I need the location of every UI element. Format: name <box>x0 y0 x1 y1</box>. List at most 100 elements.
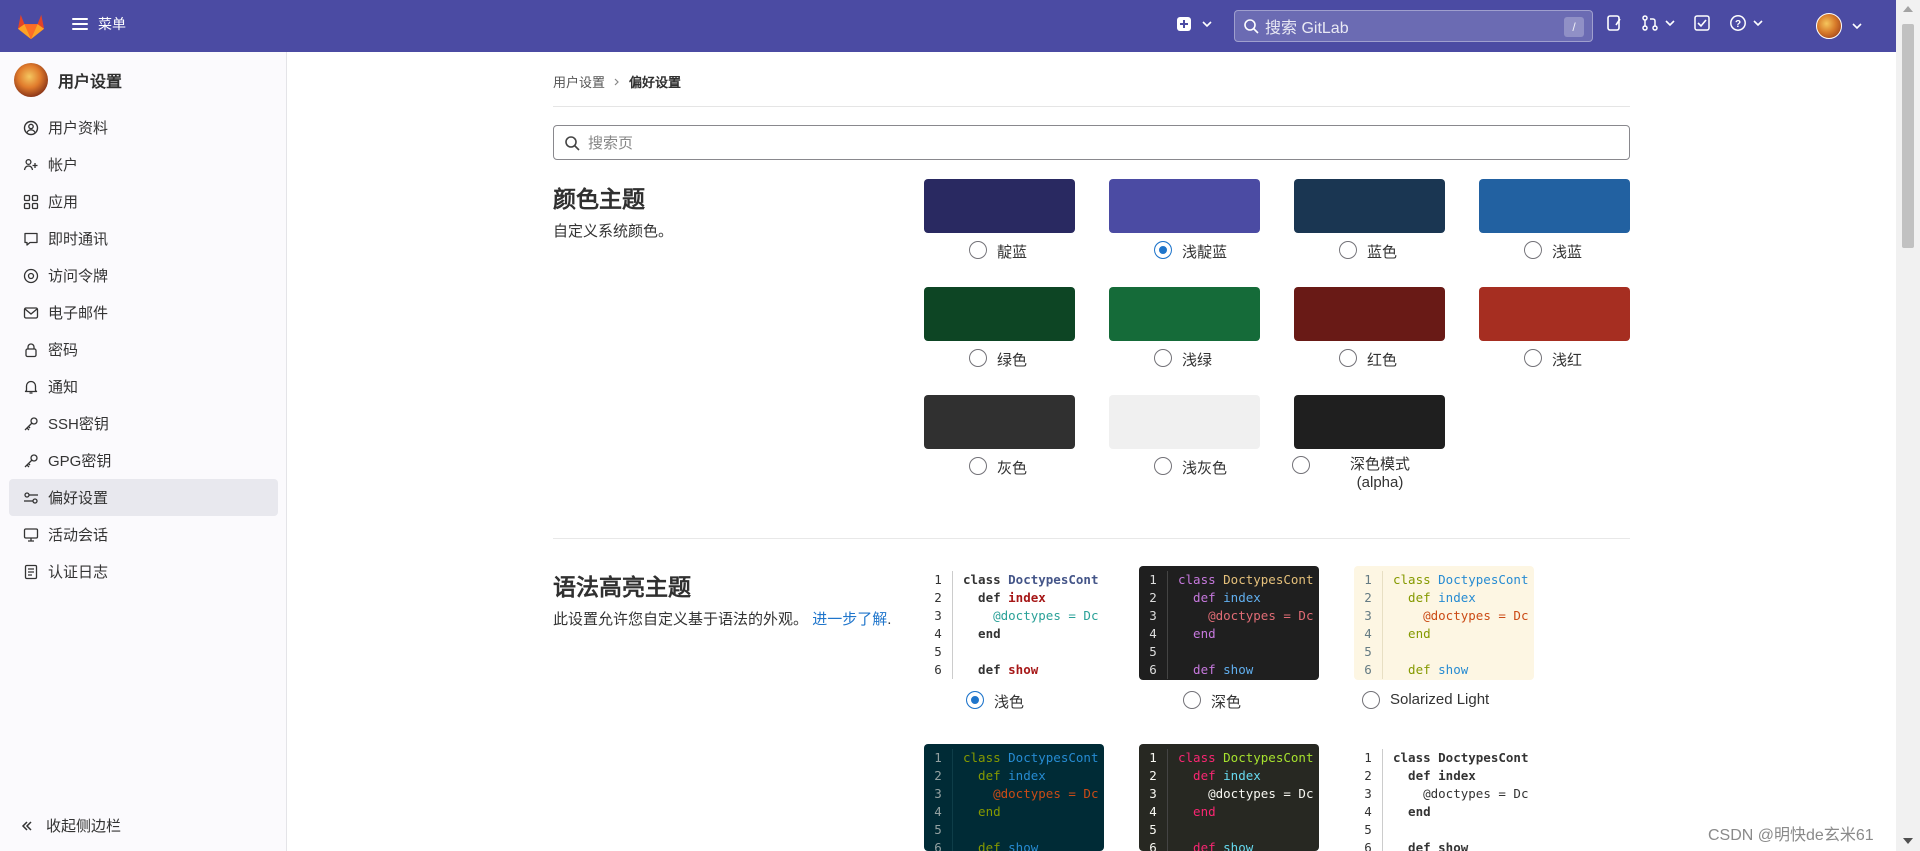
code-keyword: class <box>963 750 1009 765</box>
theme-radio-option[interactable]: 浅蓝 <box>1524 241 1582 262</box>
global-search-input[interactable]: 搜索 GitLab / <box>1234 10 1593 42</box>
user-menu-button[interactable] <box>1816 13 1862 39</box>
help-icon: ? <box>1730 15 1746 31</box>
theme-radio-option[interactable]: 浅红 <box>1524 349 1582 370</box>
sidebar-item[interactable]: 用户资料 <box>9 109 278 146</box>
breadcrumb-parent-link[interactable]: 用户设置 <box>553 72 605 91</box>
code-name: show <box>1223 840 1254 851</box>
theme-swatch[interactable] <box>924 179 1075 233</box>
theme-swatch[interactable] <box>1294 287 1445 341</box>
theme-swatch[interactable] <box>1109 395 1260 449</box>
theme-swatch[interactable] <box>1479 179 1630 233</box>
breadcrumb-current[interactable]: 偏好设置 <box>629 72 681 91</box>
sidebar-item[interactable]: 帐户 <box>9 146 278 183</box>
radio-button[interactable] <box>1339 349 1357 367</box>
sidebar-item-label: SSH密钥 <box>48 416 109 433</box>
theme-swatch[interactable] <box>924 395 1075 449</box>
plus-square-icon <box>1177 17 1191 31</box>
line-number: 4 <box>1364 804 1372 819</box>
syntax-radio-option[interactable]: 深色 <box>1183 691 1241 712</box>
syntax-preview[interactable]: 1 class DoctypesCont 2 def index 3 @doctype… <box>1139 566 1319 680</box>
gutter-separator <box>1167 607 1168 625</box>
learn-more-link[interactable]: 进一步了解 <box>812 611 887 628</box>
theme-swatch[interactable] <box>1109 287 1260 341</box>
theme-swatch[interactable] <box>1109 179 1260 233</box>
theme-radio-option[interactable]: 深色模式 (alpha) <box>1292 456 1410 492</box>
radio-button[interactable] <box>966 691 984 709</box>
monitor-icon <box>23 527 39 542</box>
radio-button[interactable] <box>1183 691 1201 709</box>
todo-icon[interactable] <box>1693 14 1711 32</box>
sidebar-item[interactable]: 即时通讯 <box>9 220 278 257</box>
gutter-separator <box>1167 803 1168 821</box>
new-dropdown-button[interactable] <box>1176 16 1212 32</box>
theme-swatch[interactable] <box>1294 395 1445 449</box>
radio-button[interactable] <box>1292 456 1310 474</box>
gutter-separator <box>952 803 953 821</box>
scroll-up-arrow[interactable] <box>1903 6 1913 12</box>
sidebar-item[interactable]: 电子邮件 <box>9 294 278 331</box>
code-name: index <box>1008 768 1046 783</box>
syntax-preview[interactable]: 1 class DoctypesCont 2 def index 3 @doctype… <box>924 566 1104 680</box>
gutter-separator <box>1382 607 1383 625</box>
theme-radio-option[interactable]: 灰色 <box>969 457 1027 478</box>
theme-radio-option[interactable]: 靛蓝 <box>969 241 1027 262</box>
sidebar-item[interactable]: 认证日志 <box>9 553 278 590</box>
theme-radio-option[interactable]: 浅靛蓝 <box>1154 241 1227 262</box>
theme-radio-option[interactable]: 红色 <box>1339 349 1397 370</box>
radio-button[interactable] <box>969 349 987 367</box>
radio-button[interactable] <box>1339 241 1357 259</box>
sidebar-header[interactable]: 用户设置 <box>14 63 122 97</box>
sidebar-item[interactable]: 访问令牌 <box>9 257 278 294</box>
line-number: 3 <box>934 786 942 801</box>
radio-button[interactable] <box>1154 349 1172 367</box>
syntax-preview[interactable]: 1 class DoctypesCont 2 def index 3 @doctype… <box>1354 566 1534 680</box>
gutter-separator <box>1382 589 1383 607</box>
main-menu-button[interactable]: 菜单 <box>72 14 126 34</box>
radio-button[interactable] <box>1524 349 1542 367</box>
theme-swatch[interactable] <box>1479 287 1630 341</box>
theme-radio-option[interactable]: 浅绿 <box>1154 349 1212 370</box>
syntax-preview[interactable]: 1 class DoctypesCont 2 def index 3 @doctype… <box>1139 744 1319 851</box>
sidebar-item[interactable]: 通知 <box>9 368 278 405</box>
theme-radio-option[interactable]: 蓝色 <box>1339 241 1397 262</box>
collapse-sidebar-button[interactable]: 收起侧边栏 <box>20 815 121 836</box>
gitlab-logo-icon[interactable] <box>16 12 46 40</box>
syntax-radio-option[interactable]: Solarized Light <box>1362 691 1489 709</box>
syntax-radio-option[interactable]: 浅色 <box>966 691 1024 712</box>
sidebar-item[interactable]: 活动会话 <box>9 516 278 553</box>
theme-radio-option[interactable]: 绿色 <box>969 349 1027 370</box>
sidebar-item[interactable]: SSH密钥 <box>9 405 278 442</box>
theme-radio-option[interactable]: 浅灰色 <box>1154 457 1227 478</box>
sidebar-item[interactable]: 偏好设置 <box>9 479 278 516</box>
line-number: 6 <box>1149 840 1157 851</box>
scroll-down-arrow[interactable] <box>1903 838 1913 844</box>
radio-button[interactable] <box>1524 241 1542 259</box>
radio-button[interactable] <box>969 457 987 475</box>
gutter-separator <box>1167 589 1168 607</box>
issues-icon[interactable] <box>1605 14 1623 32</box>
sidebar-item[interactable]: GPG密钥 <box>9 442 278 479</box>
radio-button[interactable] <box>1154 457 1172 475</box>
line-number: 3 <box>1149 786 1157 801</box>
gutter-separator <box>952 643 953 661</box>
theme-swatch[interactable] <box>1294 179 1445 233</box>
gutter-separator <box>1167 625 1168 643</box>
code-keyword: class <box>1178 750 1224 765</box>
sidebar-item[interactable]: 应用 <box>9 183 278 220</box>
radio-button[interactable] <box>1362 691 1380 709</box>
menu-label: 菜单 <box>98 16 126 32</box>
theme-label: 靛蓝 <box>997 244 1028 261</box>
merge-requests-button[interactable] <box>1641 14 1675 32</box>
page-scrollbar[interactable] <box>1896 0 1920 851</box>
radio-button[interactable] <box>969 241 987 259</box>
gutter-separator <box>952 571 953 589</box>
help-button[interactable]: ? <box>1729 14 1763 32</box>
syntax-preview[interactable]: 1 class DoctypesCont 2 def index 3 @doctype… <box>1354 744 1534 851</box>
scrollbar-thumb[interactable] <box>1902 24 1914 248</box>
radio-button[interactable] <box>1154 241 1172 259</box>
syntax-preview[interactable]: 1 class DoctypesCont 2 def index 3 @doctype… <box>924 744 1104 851</box>
page-search-input[interactable]: 搜索页 <box>553 125 1630 160</box>
sidebar-item[interactable]: 密码 <box>9 331 278 368</box>
theme-swatch[interactable] <box>924 287 1075 341</box>
